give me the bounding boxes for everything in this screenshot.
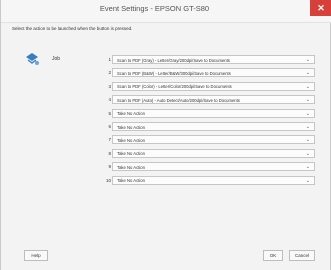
- chevron-down-icon: ⌄: [305, 150, 310, 157]
- row-number: 10: [105, 177, 111, 183]
- action-select-6[interactable]: Take No Action ⌄: [112, 122, 315, 131]
- action-select-8[interactable]: Take No Action ⌄: [112, 148, 315, 158]
- chevron-down-icon: ⌄: [305, 164, 310, 171]
- action-select-value: Scan to PDF (Gray) - Letter/Gray/200dpi/…: [117, 57, 230, 63]
- action-select-value: Take No Action: [117, 164, 145, 170]
- action-select-value: Take No Action: [117, 137, 145, 143]
- chevron-down-icon: ⌄: [305, 70, 310, 77]
- chevron-down-icon: ⌄: [305, 137, 310, 144]
- chevron-down-icon: ⌄: [305, 83, 310, 90]
- chevron-down-icon: ⌄: [305, 177, 310, 184]
- action-select-1[interactable]: Scan to PDF (Gray) - Letter/Gray/200dpi/…: [112, 55, 315, 64]
- row-number: 7: [108, 137, 111, 143]
- action-select-value: Scan to PDF (B&W) - Letter/B&W/300dpi/Sa…: [117, 70, 231, 76]
- window-title: Event Settings - EPSON GT-S80: [99, 4, 210, 13]
- row-number: 3: [108, 83, 111, 89]
- action-select-5[interactable]: Take No Action ⌄: [112, 108, 315, 118]
- job-label: Job: [52, 56, 61, 62]
- action-select-9[interactable]: Take No Action ⌄: [112, 162, 315, 172]
- row-number: 9: [108, 164, 111, 170]
- help-button[interactable]: Help: [24, 250, 48, 261]
- action-select-10[interactable]: Take No Action ⌄: [112, 175, 315, 185]
- action-select-value: Scan to PDF (Color) - Letter/Color/200dp…: [117, 84, 232, 90]
- action-select-value: Scan to PDF (Auto) - Auto Detect/Auto/20…: [117, 97, 240, 103]
- action-select-value: Take No Action: [117, 111, 145, 117]
- action-select-4[interactable]: Scan to PDF (Auto) - Auto Detect/Auto/20…: [112, 95, 315, 105]
- chevron-down-icon: ⌄: [305, 124, 310, 130]
- row-number: 1: [108, 57, 111, 62]
- action-select-7[interactable]: Take No Action ⌄: [112, 135, 315, 145]
- action-select-2[interactable]: Scan to PDF (B&W) - Letter/B&W/300dpi/Sa…: [112, 68, 315, 78]
- instruction-text: Select the action to be launched when th…: [12, 26, 133, 31]
- chevron-down-icon: ⌄: [305, 97, 310, 104]
- row-number: 4: [108, 97, 111, 103]
- chevron-down-icon: ⌄: [305, 110, 310, 117]
- cancel-button[interactable]: Cancel: [289, 250, 315, 261]
- event-settings-window: Event Settings - EPSON GT-S80 ✕ Select t…: [0, 0, 331, 270]
- ok-button[interactable]: OK: [263, 250, 283, 261]
- close-icon: ✕: [317, 3, 325, 13]
- action-select-value: Take No Action: [117, 178, 145, 184]
- action-select-3[interactable]: Scan to PDF (Color) - Letter/Color/200dp…: [112, 81, 315, 91]
- chevron-down-icon: ⌄: [305, 57, 310, 63]
- action-select-value: Take No Action: [117, 151, 145, 157]
- row-number: 8: [108, 150, 111, 156]
- title-bar: Event Settings - EPSON GT-S80 ✕: [1, 0, 331, 23]
- row-number: 6: [108, 124, 111, 129]
- row-number: 2: [108, 70, 111, 76]
- close-button[interactable]: ✕: [310, 0, 331, 16]
- row-number: 5: [108, 110, 111, 116]
- action-select-value: Take No Action: [117, 124, 145, 130]
- scanner-job-icon: [26, 53, 39, 65]
